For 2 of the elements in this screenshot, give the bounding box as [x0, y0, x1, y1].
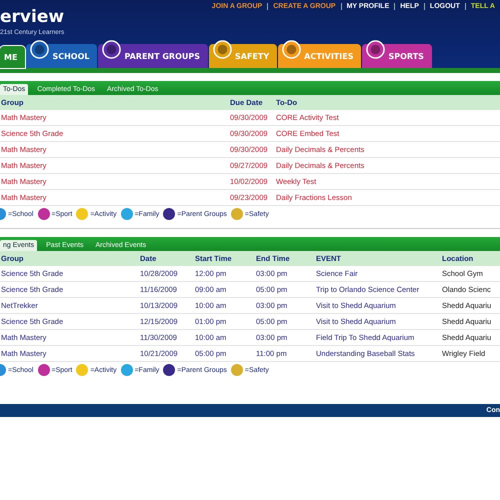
- page-title: erview: [0, 7, 64, 27]
- nav-tab[interactable]: ME: [0, 46, 26, 68]
